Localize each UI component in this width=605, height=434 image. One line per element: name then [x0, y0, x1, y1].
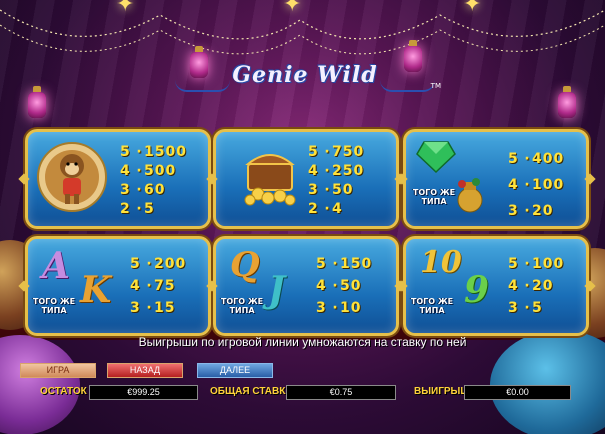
letter-a-icon: A: [42, 245, 70, 287]
balance-display: €999.25: [89, 385, 198, 400]
symbol-count: 2: [120, 200, 130, 217]
same-type-label: ТОГО ЖЕ ТИПА: [412, 188, 456, 206]
pay-value: 150: [340, 256, 373, 272]
pay-value: 5: [144, 200, 155, 217]
pay-list: 5 · 400 4 · 100 3 · 20: [508, 151, 565, 219]
pay-list: 5 · 200 4 · 75 3 · 15: [130, 256, 187, 316]
star-icon: ✦: [116, 0, 135, 17]
pay-value: 400: [532, 151, 565, 167]
symbol-count: 3: [316, 300, 326, 316]
paytable-panel-monkey: 5 · 1500 4 · 500 3 · 60 2 · 5: [25, 129, 211, 229]
number-9-icon: 9: [464, 269, 490, 311]
win-display: €0.00: [464, 385, 571, 400]
number-10-icon: 10: [420, 245, 462, 280]
cushion-decoration: [0, 335, 80, 434]
symbol-count: 3: [130, 300, 140, 316]
star-icon: ✦: [283, 0, 302, 17]
paytable-panel-qj: Q J ТОГО ЖЕ ТИПА 5 · 150 4 · 50 3 · 10: [213, 236, 399, 336]
paytable-panel-ten-nine: 10 9 ТОГО ЖЕ ТИПА 5 · 100 4 · 20 3 · 5: [403, 236, 589, 336]
pay-value: 20: [532, 203, 554, 219]
pay-list: 5 · 750 4 · 250 3 · 50 2 · 4: [308, 143, 365, 217]
symbol-count: 4: [508, 177, 518, 193]
trademark-mark: TM: [430, 82, 441, 90]
pay-list: 5 · 100 4 · 20 3 · 5: [508, 256, 565, 316]
logo-flourish: [380, 80, 435, 92]
win-label: ВЫИГРЫШ: [414, 386, 471, 397]
symbol-count: 4: [130, 278, 140, 294]
pay-value: 75: [154, 278, 176, 294]
pay-value: 15: [154, 300, 176, 316]
same-type-label: ТОГО ЖЕ ТИПА: [220, 297, 264, 315]
symbol-count: 3: [508, 203, 518, 219]
paytable-panel-treasure: 5 · 750 4 · 250 3 · 50 2 · 4: [213, 129, 399, 229]
symbol-count: 5: [308, 143, 318, 160]
letter-q-icon: Q: [230, 245, 260, 285]
pay-value: 100: [532, 256, 565, 272]
symbol-count: 5: [508, 151, 518, 167]
pay-value: 500: [144, 162, 177, 179]
lantern-icon: [558, 86, 576, 118]
symbol-count: 5: [120, 143, 130, 160]
pay-value: 200: [154, 256, 187, 272]
emerald-icon: [416, 141, 456, 174]
game-screen: ✦ ✦ ✦ Genie Wild TM 5 · 1500 4 · 500 3 · 60 2 ·…: [0, 0, 605, 434]
symbol-count: 4: [308, 162, 318, 179]
symbol-count: 4: [120, 162, 130, 179]
pay-list: 5 · 1500 4 · 500 3 · 60 2 · 5: [120, 143, 187, 217]
game-button[interactable]: ИГРА: [20, 363, 96, 378]
total-bet-display: €0.75: [286, 385, 396, 400]
pay-value: 5: [532, 300, 543, 316]
lantern-icon: [28, 86, 46, 118]
symbol-count: 5: [130, 256, 140, 272]
symbol-count: 5: [316, 256, 326, 272]
pay-value: 50: [340, 278, 362, 294]
pay-value: 4: [332, 200, 343, 217]
symbol-count: 3: [120, 181, 130, 198]
treasure-chest-icon: [244, 154, 296, 206]
star-icon: ✦: [463, 0, 482, 17]
balance-label: ОСТАТОК: [40, 386, 87, 397]
monkey-icon: [37, 142, 107, 212]
symbol-count: 5: [508, 256, 518, 272]
letter-j-icon: J: [268, 269, 286, 311]
pay-value: 50: [332, 181, 354, 198]
pay-value: 750: [332, 143, 365, 160]
pay-value: 100: [532, 177, 565, 193]
symbol-count: 3: [508, 300, 518, 316]
total-bet-label: ОБЩАЯ СТАВКА: [210, 386, 293, 397]
back-button[interactable]: НАЗАД: [107, 363, 183, 378]
symbol-count: 3: [308, 181, 318, 198]
game-logo: Genie Wild TM: [175, 62, 441, 98]
pay-value: 250: [332, 162, 365, 179]
pay-value: 20: [532, 278, 554, 294]
logo-flourish: [175, 80, 230, 92]
letter-k-icon: K: [80, 269, 112, 311]
pay-list: 5 · 150 4 · 50 3 · 10: [316, 256, 373, 316]
pay-value: 10: [340, 300, 362, 316]
same-type-label: ТОГО ЖЕ ТИПА: [32, 297, 76, 315]
payline-info-text: Выигрыши по игровой линии умножаются на …: [138, 335, 467, 349]
pay-value: 1500: [144, 143, 187, 160]
same-type-label: ТОГО ЖЕ ТИПА: [410, 297, 454, 315]
pay-value: 60: [144, 181, 166, 198]
paytable-panel-gem-urn: ТОГО ЖЕ ТИПА 5 · 400 4 · 100 3 · 20: [403, 129, 589, 229]
paytable-panel-ak: A K ТОГО ЖЕ ТИПА 5 · 200 4 · 75 3 · 15: [25, 236, 211, 336]
symbol-count: 4: [316, 278, 326, 294]
urn-icon: [457, 178, 483, 213]
next-button[interactable]: ДАЛЕЕ: [197, 363, 273, 378]
symbol-count: 4: [508, 278, 518, 294]
logo-title: Genie Wild: [232, 62, 378, 88]
symbol-count: 2: [308, 200, 318, 217]
